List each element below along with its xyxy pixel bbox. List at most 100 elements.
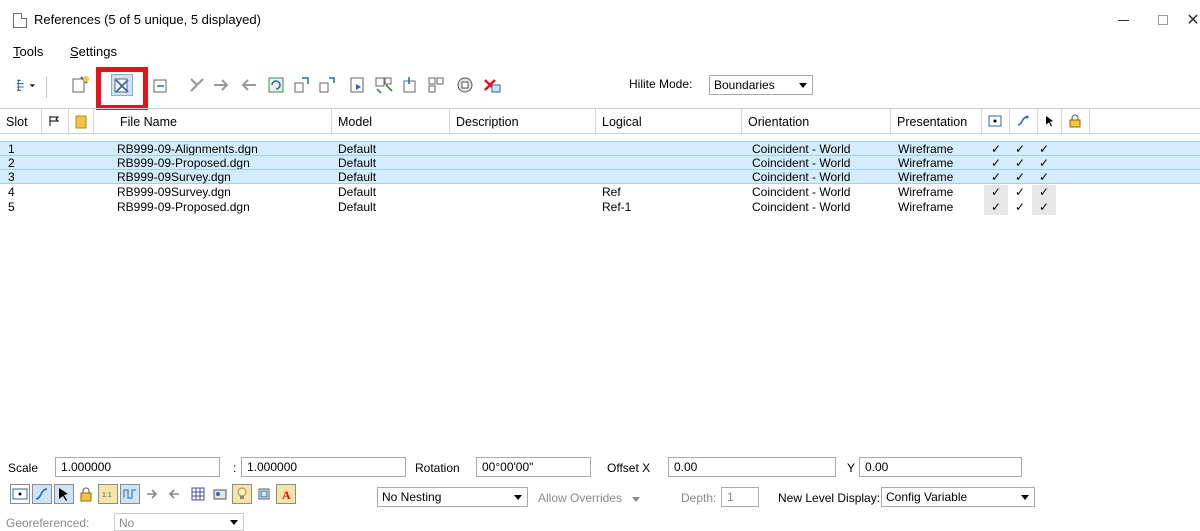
row-orientation: Coincident - World: [752, 185, 851, 199]
cursor-icon: [59, 488, 68, 501]
close-button[interactable]: ✕: [1170, 0, 1200, 40]
nesting-dropdown[interactable]: No Nesting: [377, 487, 528, 507]
window-title: References (5 of 5 unique, 5 displayed): [34, 12, 261, 27]
allow-overrides-dropdown[interactable]: Allow Overrides: [538, 491, 641, 505]
column-locate[interactable]: [1038, 109, 1062, 135]
locate-checkbox[interactable]: ✓: [1032, 170, 1056, 185]
scale-line-styles-button[interactable]: [120, 484, 140, 504]
row-model: Default: [338, 200, 377, 214]
annotation-icon: A: [282, 488, 291, 502]
display-icon: [12, 488, 28, 500]
scale-separator: :: [233, 461, 237, 475]
synchronize-button[interactable]: [142, 484, 162, 504]
clip-front-button[interactable]: [425, 74, 447, 96]
table-row[interactable]: 1 RB999-09-Alignments.dgn Default Coinci…: [0, 141, 1200, 156]
clip-boundary-button[interactable]: [373, 74, 395, 96]
column-presentation[interactable]: Presentation: [891, 109, 982, 135]
delete-clip-button[interactable]: [481, 74, 503, 96]
locate-checkbox[interactable]: ✓: [1032, 185, 1056, 200]
chevron-down-icon: [230, 520, 238, 525]
column-orientation[interactable]: Orientation: [742, 109, 891, 135]
color-table-button[interactable]: [210, 484, 230, 504]
grid-icon: [191, 487, 205, 501]
scale-master-input[interactable]: 1.000000: [55, 457, 220, 477]
view-sync-button[interactable]: [164, 484, 184, 504]
new-level-display-label: New Level Display:: [778, 491, 881, 505]
display-toggle-button[interactable]: [10, 484, 30, 504]
attach-reference-button[interactable]: [70, 74, 92, 96]
rotate-button[interactable]: [291, 74, 313, 96]
column-file-name[interactable]: File Name: [94, 109, 332, 135]
display-checkbox[interactable]: ✓: [984, 185, 1008, 200]
reload-button[interactable]: [150, 74, 172, 96]
true-scale-button[interactable]: 1:1: [98, 484, 118, 504]
level-display-button[interactable]: [188, 484, 208, 504]
offset-y-input[interactable]: 0.00: [859, 457, 1022, 477]
locate-toggle-button[interactable]: [54, 484, 74, 504]
toolbar: [0, 66, 1200, 106]
nesting-value: No Nesting: [382, 490, 442, 504]
scale-ref-input[interactable]: 1.000000: [241, 457, 406, 477]
scale-label: Scale: [8, 461, 39, 475]
display-checkbox[interactable]: ✓: [984, 200, 1008, 215]
menu-tools-underline: [13, 57, 20, 58]
document-icon: [13, 13, 27, 28]
column-display[interactable]: [982, 109, 1010, 135]
clip-back-button[interactable]: [454, 74, 476, 96]
text-annotation-button[interactable]: A: [276, 484, 296, 504]
raster-display-button[interactable]: [232, 484, 252, 504]
hilite-mode-dropdown[interactable]: Boundaries: [709, 75, 813, 95]
svg-text:1:1: 1:1: [102, 492, 112, 499]
offset-x-input[interactable]: 0.00: [668, 457, 836, 477]
column-flag[interactable]: [42, 109, 69, 135]
scale-icon: [268, 77, 284, 93]
red-highlight-callout: [96, 67, 148, 110]
title-bar: References (5 of 5 unique, 5 displayed) …: [0, 0, 1200, 40]
row-slot: 5: [8, 200, 15, 214]
locate-checkbox[interactable]: ✓: [1032, 200, 1056, 215]
exchange-icon: [190, 78, 204, 92]
print-icon: [258, 488, 270, 500]
chevron-down-icon: [632, 497, 641, 502]
rotation-input[interactable]: 00°00'00": [476, 457, 591, 477]
snap-checkbox[interactable]: ✓: [1008, 170, 1032, 185]
column-lock[interactable]: [1062, 109, 1090, 135]
print-button[interactable]: [254, 484, 274, 504]
hilite-mode-label: Hilite Mode:: [629, 77, 693, 91]
georeferenced-dropdown[interactable]: No: [114, 513, 244, 531]
depth-input[interactable]: 1: [721, 487, 759, 507]
new-level-display-value: Config Variable: [886, 490, 968, 504]
mirror-horizontal-button[interactable]: [316, 74, 338, 96]
color-table-icon: [213, 489, 227, 500]
exchange-button[interactable]: [186, 74, 208, 96]
lock-toggle-button[interactable]: [76, 484, 96, 504]
column-file-icon[interactable]: [69, 109, 94, 135]
tree-view-button[interactable]: [8, 74, 42, 96]
snap-checkbox[interactable]: ✓: [1008, 200, 1032, 215]
scale-ratio-icon: 1:1: [102, 492, 112, 499]
arrow-icon: [147, 489, 158, 499]
column-snap[interactable]: [1010, 109, 1038, 135]
table-row[interactable]: 5 RB999-09-Proposed.dgn Default Ref-1 Co…: [0, 200, 1200, 215]
toolbar-separator: [46, 76, 47, 98]
georeferenced-label: Georeferenced:: [6, 516, 90, 530]
snap-toggle-button[interactable]: [32, 484, 52, 504]
table-row[interactable]: 2 RB999-09-Proposed.dgn Default Coincide…: [0, 155, 1200, 170]
snap-checkbox[interactable]: ✓: [1008, 185, 1032, 200]
new-level-display-dropdown[interactable]: Config Variable: [881, 487, 1035, 507]
scale-button[interactable]: [265, 74, 287, 96]
column-logical[interactable]: Logical: [596, 109, 742, 135]
move-button[interactable]: [210, 74, 232, 96]
column-description[interactable]: Description: [450, 109, 596, 135]
clip-mask-button[interactable]: [399, 74, 421, 96]
back-arrow-icon: [168, 489, 179, 499]
mirror-vertical-button[interactable]: [347, 74, 369, 96]
copy-button[interactable]: [238, 74, 260, 96]
table-row[interactable]: 3 RB999-09Survey.dgn Default Coincident …: [0, 169, 1200, 184]
rotation-label: Rotation: [415, 461, 460, 475]
column-model[interactable]: Model: [332, 109, 450, 135]
column-slot[interactable]: Slot: [0, 109, 42, 135]
table-row[interactable]: 4 RB999-09Survey.dgn Default Ref Coincid…: [0, 185, 1200, 200]
display-checkbox[interactable]: ✓: [984, 170, 1008, 185]
lightbulb-icon: [237, 487, 247, 499]
